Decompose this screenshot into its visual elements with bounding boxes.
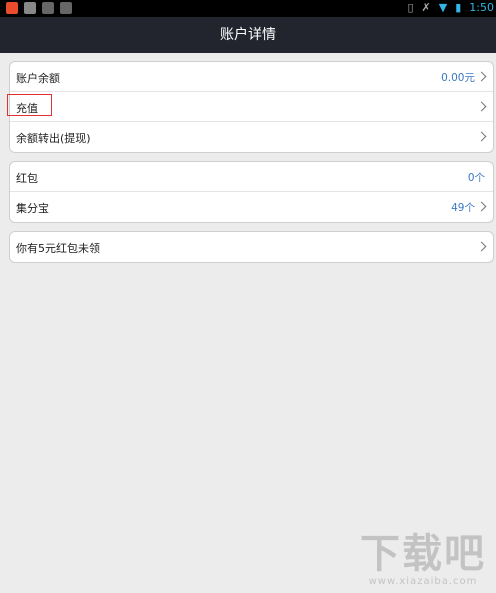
battery-icon: ▮ bbox=[455, 1, 462, 14]
chevron-right-icon bbox=[476, 241, 487, 252]
chevron-right-icon bbox=[476, 131, 487, 142]
chevron-right-icon bbox=[476, 101, 487, 112]
vibrate-icon: ▯ bbox=[407, 1, 414, 14]
download-notification-icon bbox=[42, 2, 54, 14]
unclaimed-group: 你有5元红包未领 bbox=[9, 231, 494, 263]
chevron-right-icon bbox=[476, 201, 487, 212]
recharge-row[interactable]: 充值 bbox=[10, 92, 493, 122]
account-balance-row[interactable]: 账户余额 0.00元 bbox=[10, 62, 493, 92]
app-notification-icon bbox=[6, 2, 18, 14]
account-balance-label: 账户余额 bbox=[16, 72, 60, 85]
page-title: 账户详情 bbox=[220, 27, 276, 43]
jifenbao-row[interactable]: 集分宝 49个 bbox=[10, 192, 493, 222]
withdraw-label: 余额转出(提现) bbox=[16, 132, 91, 145]
withdraw-row[interactable]: 余额转出(提现) bbox=[10, 122, 493, 152]
wifi-icon: ▼ bbox=[438, 1, 448, 14]
download-notification-icon-2 bbox=[60, 2, 72, 14]
unclaimed-red-packet-label: 你有5元红包未领 bbox=[16, 242, 100, 255]
notification-icons bbox=[6, 2, 72, 14]
watermark-logo-text: 下载吧 bbox=[360, 531, 486, 577]
rewards-group: 红包 0个 集分宝 49个 bbox=[9, 161, 494, 223]
chevron-right-icon bbox=[476, 71, 487, 82]
jifenbao-value: 49个 bbox=[451, 202, 475, 214]
watermark-url: www.xiazaiba.com bbox=[368, 576, 478, 587]
red-packet-label: 红包 bbox=[16, 172, 38, 185]
red-packet-value: 0个 bbox=[467, 172, 485, 184]
system-icons: ▯ ✗ ▼ ▮ 1:50 bbox=[407, 1, 494, 14]
clock: 1:50 bbox=[469, 1, 494, 14]
unclaimed-red-packet-row[interactable]: 你有5元红包未领 bbox=[10, 232, 493, 262]
watermark: 下载吧 www.xiazaiba.com bbox=[360, 532, 486, 587]
image-notification-icon bbox=[24, 2, 36, 14]
account-balance-value: 0.00元 bbox=[441, 72, 475, 84]
mute-icon: ✗ bbox=[421, 1, 431, 14]
account-group: 账户余额 0.00元 充值 余额转出(提现) bbox=[9, 61, 494, 153]
jifenbao-label: 集分宝 bbox=[16, 202, 49, 215]
status-bar: ▯ ✗ ▼ ▮ 1:50 bbox=[0, 0, 496, 17]
red-packet-row[interactable]: 红包 0个 bbox=[10, 162, 493, 192]
recharge-highlight-box bbox=[7, 94, 52, 116]
title-bar: 账户详情 bbox=[0, 17, 496, 53]
